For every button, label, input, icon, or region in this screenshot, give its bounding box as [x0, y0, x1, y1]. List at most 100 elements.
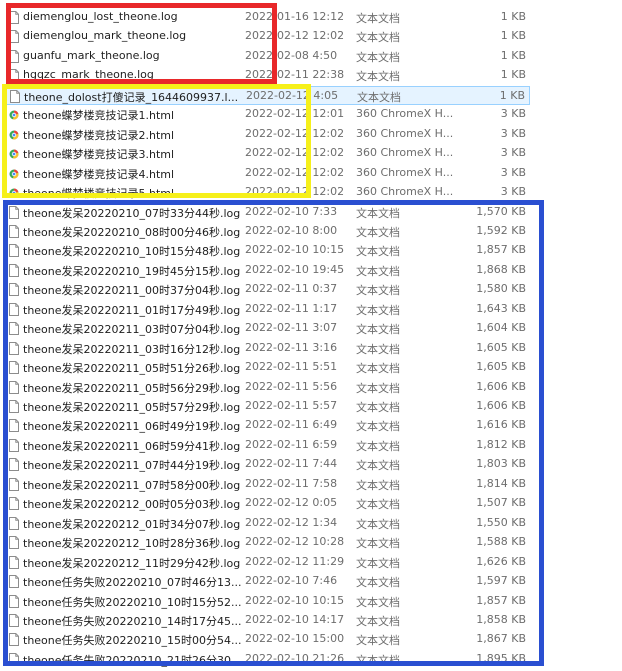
file-date-modified: 2022-02-12 12:02	[245, 185, 345, 199]
file-row[interactable]: theone任务失败20220210_21时26分30... 2022-02-10…	[4, 650, 530, 669]
file-type: 文本文档	[356, 264, 400, 278]
file-size: 1,867 KB	[476, 632, 526, 646]
text-file-icon	[9, 380, 19, 394]
file-type: 文本文档	[356, 517, 400, 531]
text-file-icon	[9, 633, 19, 647]
file-row[interactable]: theone发呆20220212_01时34分07秒.log 2022-02-12…	[4, 514, 530, 533]
file-size: 1 KB	[500, 68, 526, 82]
file-size: 3 KB	[500, 107, 526, 121]
file-size: 1,605 KB	[476, 360, 526, 374]
file-date-modified: 2022-02-11 5:57	[245, 399, 338, 412]
file-row[interactable]: theone发呆20220211_00时37分04秒.log 2022-02-11…	[4, 280, 530, 299]
text-file-icon	[9, 205, 19, 219]
file-row[interactable]: theone发呆20220211_07时58分00秒.log 2022-02-11…	[4, 475, 530, 494]
file-row[interactable]: theone蝶梦楼竞技记录3.html 2022-02-12 12:02 360 C…	[4, 144, 530, 163]
file-row[interactable]: guanfu_mark_theone.log 2022-02-08 4:50 文本文…	[4, 47, 530, 66]
file-type: 文本文档	[356, 381, 400, 395]
file-date-modified: 2022-02-12 4:05	[246, 88, 339, 102]
file-name: theone发呆20220211_00时37分04秒.log	[23, 284, 241, 298]
file-type: 文本文档	[356, 225, 400, 239]
file-size: 1,643 KB	[476, 301, 526, 315]
file-name: theone任务失败20220210_14时17分45...	[23, 614, 242, 628]
file-type: 文本文档	[356, 342, 400, 356]
file-row[interactable]: theone发呆20220211_01时17分49秒.log 2022-02-11…	[4, 300, 530, 319]
file-name: theone任务失败20220210_10时15分52...	[23, 595, 242, 609]
file-row[interactable]: theone发呆20220210_10时15分48秒.log 2022-02-10…	[4, 241, 530, 260]
file-row[interactable]: theone任务失败20220210_14时17分45... 2022-02-10…	[4, 611, 530, 630]
file-row[interactable]: theone蝶梦楼竞技记录2.html 2022-02-12 12:02 360 C…	[4, 125, 530, 144]
file-row[interactable]: theone发呆20220211_06时49分19秒.log 2022-02-11…	[4, 416, 530, 435]
file-row[interactable]: theone发呆20220211_05时51分26秒.log 2022-02-11…	[4, 358, 530, 377]
file-name: theone蝶梦楼竞技记录1.html	[23, 109, 175, 123]
file-name: theone发呆20220211_06时49分19秒.log	[23, 420, 241, 434]
file-size: 1,895 KB	[476, 651, 526, 665]
file-date-modified: 2022-02-10 19:45	[245, 262, 345, 276]
chrome-html-icon	[9, 128, 19, 141]
file-row[interactable]: hgqzc_mark_theone.log 2022-02-11 22:38 文本文…	[4, 66, 530, 85]
file-size: 1,858 KB	[476, 612, 526, 626]
file-date-modified: 2022-02-12 12:02	[245, 165, 345, 179]
file-row[interactable]: theone任务失败20220210_10时15分52... 2022-02-10…	[4, 592, 530, 611]
file-row[interactable]: theone蝶梦楼竞技记录5.html 2022-02-12 12:02 360 C…	[4, 183, 530, 202]
file-name: theone发呆20220211_07时44分19秒.log	[23, 459, 241, 473]
file-date-modified: 2022-02-11 6:59	[245, 437, 338, 451]
file-name: theone发呆20220211_03时16分12秒.log	[23, 342, 241, 356]
file-name: theone发呆20220210_08时00分46秒.log	[23, 225, 241, 239]
file-row[interactable]: theone发呆20220211_06时59分41秒.log 2022-02-11…	[4, 436, 530, 455]
file-name: theone_dolost打傻记录_1644609937.l...	[24, 90, 239, 104]
file-row[interactable]: diemenglou_mark_theone.log 2022-02-12 12:…	[4, 27, 530, 46]
file-size: 1,606 KB	[476, 399, 526, 412]
file-row[interactable]: theone发呆20220210_08时00分46秒.log 2022-02-10…	[4, 222, 530, 241]
file-name: theone发呆20220211_06时59分41秒.log	[23, 439, 241, 453]
file-type: 360 ChromeX H...	[356, 185, 454, 199]
text-file-icon	[9, 652, 19, 666]
file-type: 文本文档	[356, 459, 400, 473]
file-size: 1,550 KB	[476, 515, 526, 529]
file-row[interactable]: theone蝶梦楼竞技记录1.html 2022-02-12 12:01 360 C…	[4, 105, 530, 124]
file-row[interactable]: theone发呆20220211_05时56分29秒.log 2022-02-11…	[4, 378, 530, 397]
file-row[interactable]: theone发呆20220211_05时57分29秒.log 2022-02-11…	[4, 397, 530, 416]
file-row[interactable]: theone发呆20220210_07时33分44秒.log 2022-02-10…	[4, 203, 530, 222]
file-row[interactable]: diemenglou_lost_theone.log 2022-01-16 12:…	[4, 8, 530, 27]
file-date-modified: 2022-02-11 6:49	[245, 418, 338, 432]
file-type: 文本文档	[356, 31, 400, 45]
file-name: theone发呆20220211_05时57分29秒.log	[23, 401, 241, 414]
file-type: 文本文档	[356, 50, 400, 64]
file-type: 文本文档	[356, 537, 400, 551]
file-row[interactable]: theone_dolost打傻记录_1644609937.l... 2022-02…	[4, 85, 530, 105]
file-date-modified: 2022-02-11 22:38	[245, 68, 345, 82]
chrome-html-icon	[9, 167, 19, 180]
file-row[interactable]: theone发呆20220210_19时45分15秒.log 2022-02-10…	[4, 261, 530, 280]
file-size: 3 KB	[500, 146, 526, 160]
file-size: 1,803 KB	[476, 457, 526, 471]
file-row[interactable]: theone发呆20220212_10时28分36秒.log 2022-02-12…	[4, 533, 530, 552]
file-size: 1,616 KB	[476, 418, 526, 432]
file-type: 文本文档	[356, 634, 400, 648]
chrome-html-icon	[9, 147, 19, 160]
file-date-modified: 2022-02-11 7:44	[245, 457, 338, 471]
file-row[interactable]: theone发呆20220212_11时29分42秒.log 2022-02-12…	[4, 553, 530, 572]
file-row[interactable]: theone任务失败20220210_07时46分13... 2022-02-10…	[4, 572, 530, 591]
text-file-icon	[9, 594, 19, 608]
file-name: theone发呆20220212_00时05分03秒.log	[23, 498, 241, 512]
file-date-modified: 2022-02-12 12:02	[245, 29, 345, 43]
file-list: diemenglou_lost_theone.log 2022-01-16 12:…	[0, 0, 622, 671]
file-size: 3 KB	[500, 185, 526, 199]
file-row[interactable]: theone任务失败20220210_15时00分54... 2022-02-10…	[4, 630, 530, 649]
text-file-icon	[9, 302, 19, 316]
file-row[interactable]: theone发呆20220211_07时44分19秒.log 2022-02-11…	[4, 455, 530, 474]
file-row[interactable]: theone发呆20220212_00时05分03秒.log 2022-02-12…	[4, 494, 530, 513]
file-date-modified: 2022-02-12 11:29	[245, 554, 345, 568]
file-row[interactable]: theone蝶梦楼竞技记录4.html 2022-02-12 12:02 360 C…	[4, 164, 530, 183]
file-date-modified: 2022-02-08 4:50	[245, 48, 338, 62]
file-size: 1 KB	[500, 29, 526, 43]
file-size: 1,857 KB	[476, 593, 526, 607]
file-type: 360 ChromeX H...	[356, 107, 454, 121]
file-row[interactable]: theone发呆20220211_03时16分12秒.log 2022-02-11…	[4, 339, 530, 358]
file-row[interactable]: theone发呆20220211_03时07分04秒.log 2022-02-11…	[4, 319, 530, 338]
text-file-icon	[9, 263, 19, 277]
file-date-modified: 2022-02-10 7:46	[245, 574, 338, 588]
file-size: 1 KB	[500, 48, 526, 62]
file-type: 文本文档	[356, 556, 400, 570]
file-name: theone任务失败20220210_15时00分54...	[23, 634, 242, 648]
